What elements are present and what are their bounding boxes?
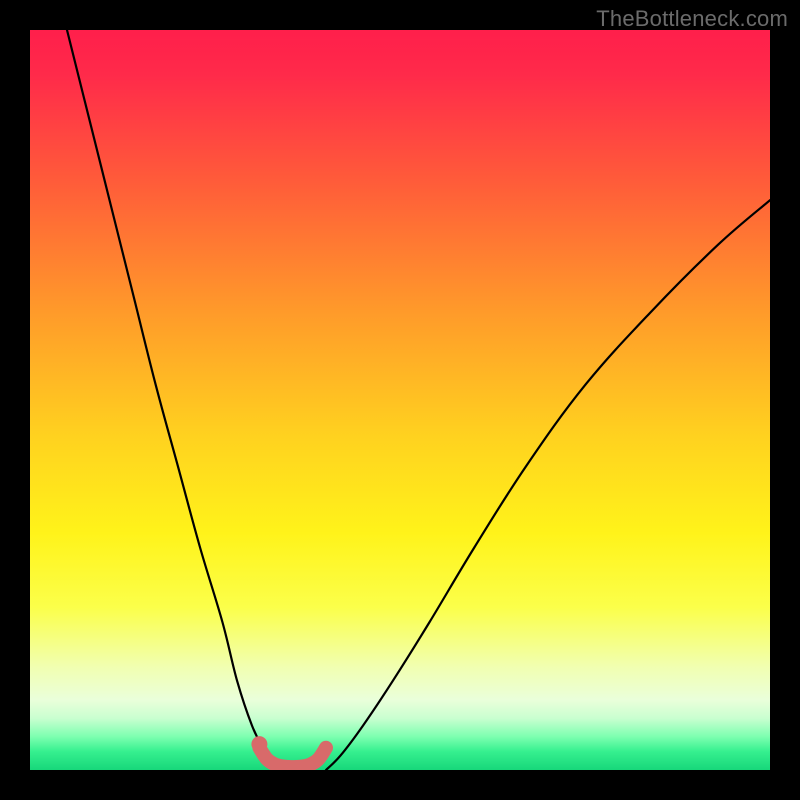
valley-marker bbox=[259, 748, 326, 767]
right-curve bbox=[326, 200, 770, 770]
left-dot-marker bbox=[251, 736, 267, 752]
plot-area bbox=[30, 30, 770, 770]
left-curve bbox=[67, 30, 282, 770]
watermark-text: TheBottleneck.com bbox=[596, 6, 788, 32]
curves-layer bbox=[30, 30, 770, 770]
